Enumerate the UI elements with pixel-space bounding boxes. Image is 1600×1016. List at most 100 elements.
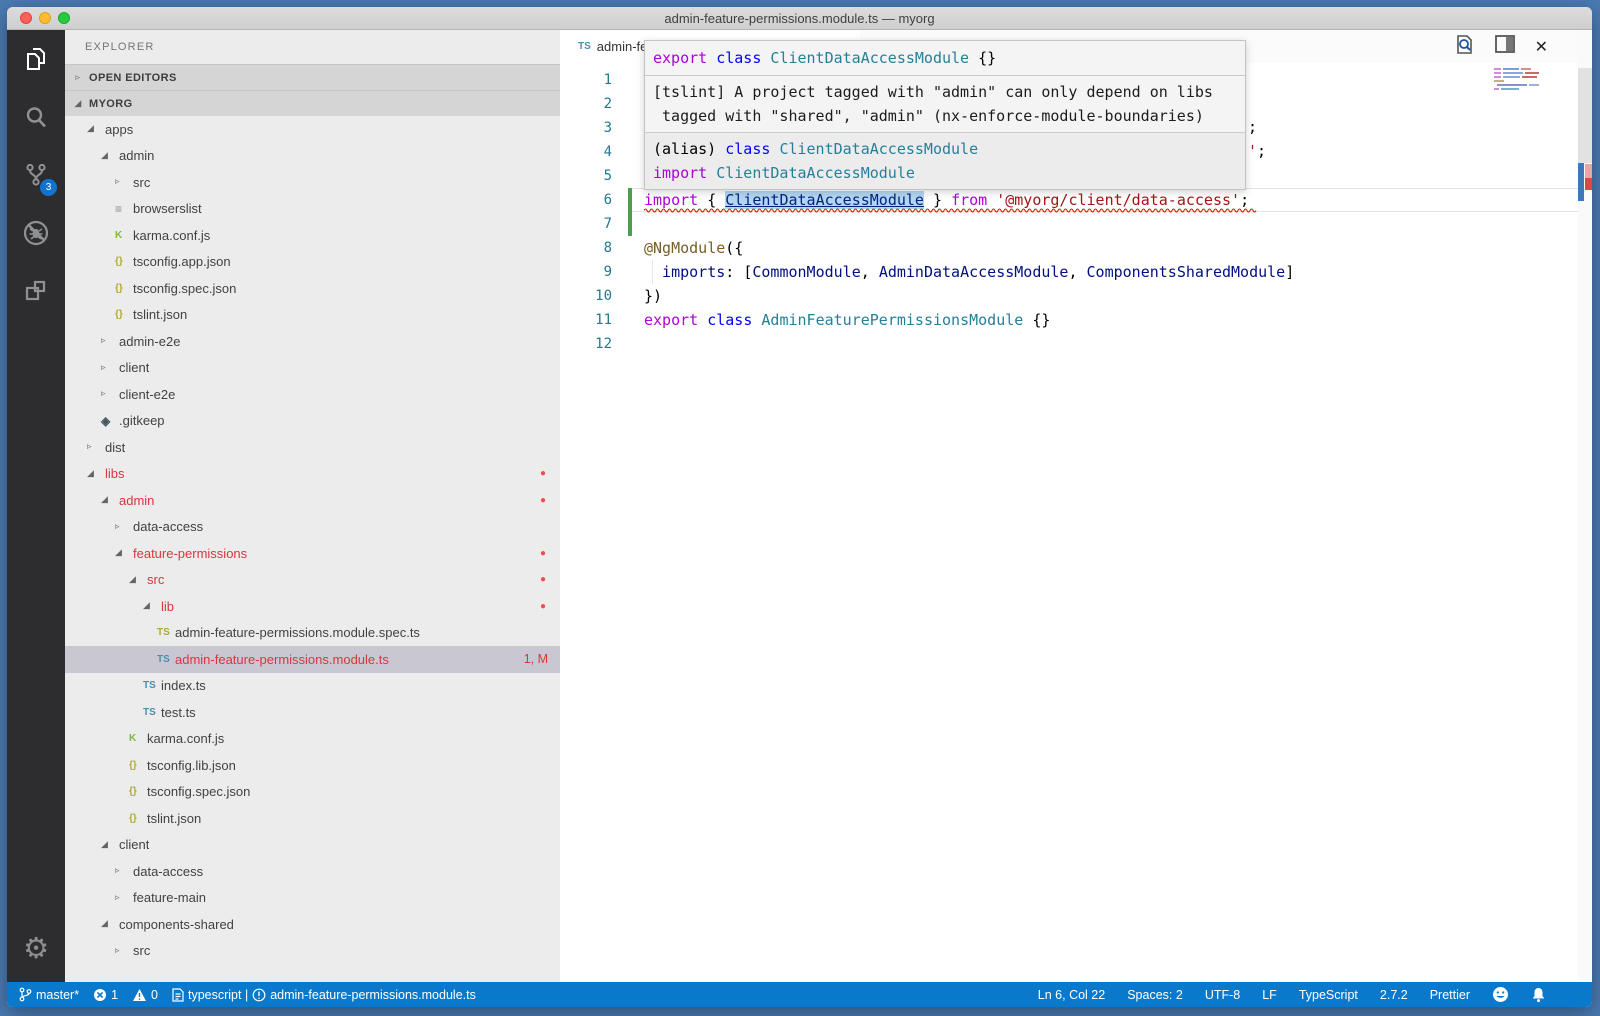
tree-item[interactable]: ▹src	[65, 938, 560, 965]
line-number: 10	[560, 288, 612, 304]
scm-badge: 3	[40, 179, 57, 196]
tree-item-label: feature-permissions	[133, 546, 247, 561]
open-changes-icon[interactable]	[1454, 34, 1475, 60]
tree-item[interactable]: {}tslint.json	[65, 805, 560, 832]
folder-expanded-icon: ◢	[143, 601, 161, 611]
cursor-position[interactable]: Ln 6, Col 22	[1038, 988, 1105, 1002]
tree-item[interactable]: TSadmin-feature-permissions.module.ts1, …	[65, 646, 560, 673]
chevron-down-icon: ◢	[71, 99, 85, 109]
close-window-button[interactable]	[20, 12, 32, 24]
ts-version[interactable]: 2.7.2	[1380, 988, 1408, 1002]
tree-item[interactable]: ◢components-shared	[65, 911, 560, 938]
tree-item[interactable]: {}tsconfig.spec.json	[65, 275, 560, 302]
overview-error-mark	[1585, 178, 1592, 190]
warning-triangle-icon	[132, 988, 147, 1002]
tree-item[interactable]: ▹admin-e2e	[65, 328, 560, 355]
code-line-12[interactable]: 12	[560, 332, 1592, 356]
close-editor-icon[interactable]: ✕	[1535, 37, 1548, 56]
error-dot-badge: ●	[540, 601, 546, 612]
tree-item-label: index.ts	[161, 678, 206, 693]
git-branch-status[interactable]: master*	[19, 987, 79, 1002]
tree-item[interactable]: {}tsconfig.app.json	[65, 249, 560, 276]
tree-item[interactable]: ▹feature-main	[65, 885, 560, 912]
tree-item[interactable]: ◢feature-permissions●	[65, 540, 560, 567]
tree-item[interactable]: ▹data-access	[65, 514, 560, 541]
tree-item-label: apps	[105, 122, 133, 137]
error-count[interactable]: 1	[93, 988, 118, 1002]
json-file-icon: {}	[129, 760, 147, 771]
list-file-icon: ≡	[115, 202, 133, 216]
extensions-icon[interactable]	[7, 262, 65, 320]
search-icon[interactable]	[7, 88, 65, 146]
tree-item[interactable]: ▹data-access	[65, 858, 560, 885]
typescript-file-icon: TS	[578, 41, 591, 52]
settings-gear-icon[interactable]: ⚙	[7, 926, 65, 970]
tree-item-label: libs	[105, 466, 125, 481]
tree-item[interactable]: ◢apps	[65, 116, 560, 143]
tree-item[interactable]: ◢src●	[65, 567, 560, 594]
tree-item[interactable]: ▹client-e2e	[65, 381, 560, 408]
tree-item[interactable]: ◢client	[65, 832, 560, 859]
code-line-10[interactable]: 10})	[560, 284, 1592, 308]
tree-item[interactable]: TStest.ts	[65, 699, 560, 726]
split-editor-icon[interactable]	[1495, 35, 1515, 58]
line-number: 2	[560, 96, 612, 112]
scrollbar[interactable]	[1578, 30, 1592, 982]
json-file-icon: {}	[115, 283, 133, 294]
tree-item-label: test.ts	[161, 705, 196, 720]
tree-item[interactable]: ◢admin●	[65, 487, 560, 514]
tree-item[interactable]: ▹src	[65, 169, 560, 196]
tree-item-label: tsconfig.app.json	[133, 254, 231, 269]
tree-item-label: .gitkeep	[119, 413, 165, 428]
notifications-bell-icon[interactable]	[1531, 987, 1546, 1003]
tree-item-label: tslint.json	[133, 307, 187, 322]
minimize-window-button[interactable]	[39, 12, 51, 24]
tree-item-label: lib	[161, 599, 174, 614]
open-editors-header[interactable]: ▹ OPEN EDITORS	[65, 64, 560, 90]
source-control-icon[interactable]: 3	[7, 146, 65, 204]
language-mode[interactable]: TypeScript	[1299, 988, 1358, 1002]
eol-sequence[interactable]: LF	[1262, 988, 1277, 1002]
tree-item[interactable]: Kkarma.conf.js	[65, 726, 560, 753]
indentation[interactable]: Spaces: 2	[1127, 988, 1183, 1002]
tree-item-label: karma.conf.js	[147, 731, 224, 746]
code-line-7[interactable]: 7	[560, 212, 1592, 236]
folder-collapsed-icon: ▹	[115, 893, 133, 903]
tree-item[interactable]: TSindex.ts	[65, 673, 560, 700]
tree-item[interactable]: ◢lib ●	[65, 593, 560, 620]
tree-item[interactable]: Kkarma.conf.js	[65, 222, 560, 249]
scrollbar-slider[interactable]	[1578, 68, 1592, 163]
tree-item[interactable]: ≡browserslist	[65, 196, 560, 223]
sidebar-title: EXPLORER	[65, 30, 560, 64]
debug-icon[interactable]	[7, 204, 65, 262]
linter-status[interactable]: typescript | admin-feature-permissions.m…	[172, 988, 476, 1002]
folder-collapsed-icon: ▹	[115, 946, 133, 956]
traffic-lights	[20, 12, 70, 24]
tree-item[interactable]: {}tsconfig.lib.json	[65, 752, 560, 779]
folder-collapsed-icon: ▹	[115, 522, 133, 532]
error-dot-badge: ●	[540, 468, 546, 479]
code-line-8[interactable]: 8@NgModule({	[560, 236, 1592, 260]
tree-item[interactable]: ◢admin	[65, 143, 560, 170]
explorer-icon[interactable]	[7, 30, 65, 88]
title-bar: admin-feature-permissions.module.ts — my…	[7, 7, 1592, 30]
line-number: 4	[560, 144, 612, 160]
folder-collapsed-icon: ▹	[87, 442, 105, 452]
root-folder-header[interactable]: ◢ MYORG	[65, 90, 560, 116]
tree-item[interactable]: ◈.gitkeep	[65, 408, 560, 435]
tree-item[interactable]: {}tslint.json	[65, 302, 560, 329]
tree-item[interactable]: {}tsconfig.spec.json	[65, 779, 560, 806]
formatter[interactable]: Prettier	[1430, 988, 1470, 1002]
code-line-9[interactable]: 9 imports: [CommonModule, AdminDataAcces…	[560, 260, 1592, 284]
encoding[interactable]: UTF-8	[1205, 988, 1240, 1002]
tree-item[interactable]: ▹client	[65, 355, 560, 382]
warning-count[interactable]: 0	[132, 988, 158, 1002]
ts-file-icon: TS	[143, 680, 161, 691]
code-line-11[interactable]: 11export class AdminFeaturePermissionsMo…	[560, 308, 1592, 332]
feedback-smiley-icon[interactable]	[1492, 986, 1509, 1003]
tree-item[interactable]: ◢libs●	[65, 461, 560, 488]
tree-item[interactable]: TSadmin-feature-permissions.module.spec.…	[65, 620, 560, 647]
tree-item[interactable]: ▹dist	[65, 434, 560, 461]
minimap[interactable]	[1494, 68, 1544, 96]
zoom-window-button[interactable]	[58, 12, 70, 24]
